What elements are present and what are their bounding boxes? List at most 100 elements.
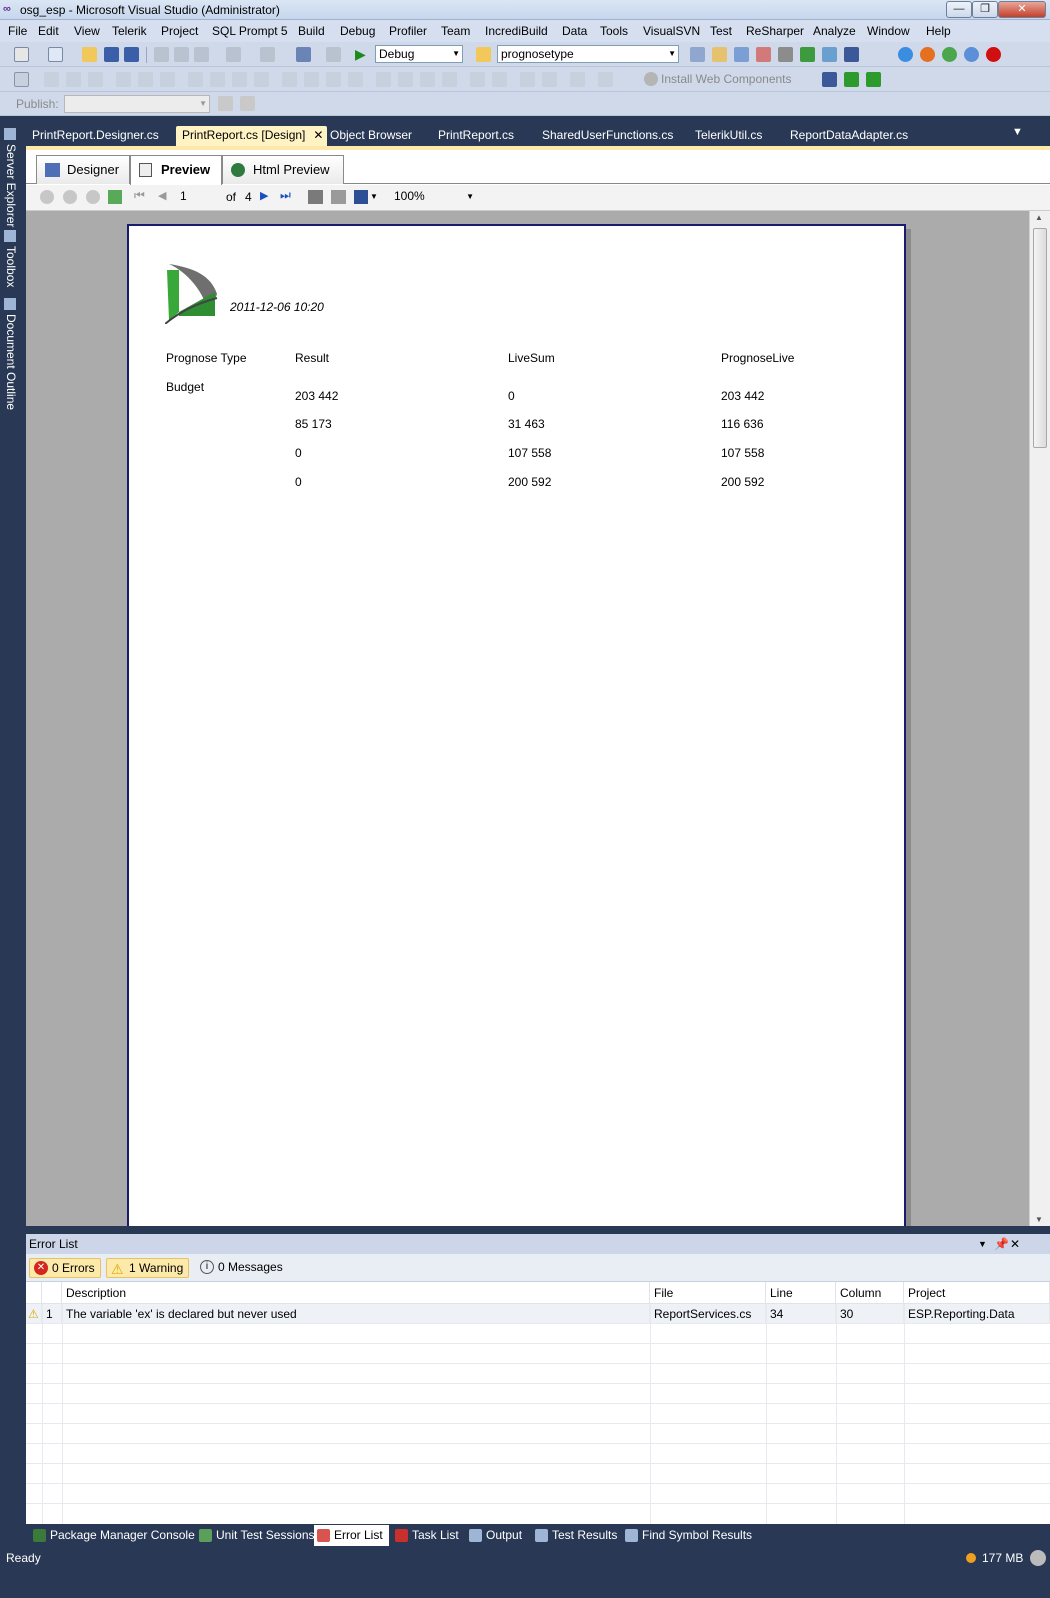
arrow-down-left-icon[interactable] — [844, 72, 859, 87]
menu-sql-prompt[interactable]: SQL Prompt 5 — [212, 24, 288, 38]
firefox-icon[interactable] — [920, 47, 935, 62]
send-to-back-icon[interactable] — [542, 72, 557, 87]
tab-object-browser[interactable]: Object Browser — [324, 126, 418, 146]
menu-help[interactable]: Help — [926, 24, 951, 38]
previous-page-icon[interactable]: ◀ — [158, 189, 166, 202]
tab-reportdataadapter-cs[interactable]: ReportDataAdapter.cs — [784, 126, 914, 146]
column-header-description[interactable]: Description — [62, 1282, 650, 1304]
menu-view[interactable]: View — [74, 24, 100, 38]
menu-debug[interactable]: Debug — [340, 24, 375, 38]
navigate-backward-icon[interactable] — [296, 47, 311, 62]
last-page-icon[interactable]: ⏭ — [280, 188, 291, 203]
close-tab-icon[interactable]: ✕ — [313, 126, 323, 144]
warnings-filter-button[interactable]: ⚠ 1 Warning — [106, 1258, 190, 1278]
scroll-up-icon[interactable]: ▲ — [1035, 213, 1043, 222]
remove-vertical-spacing-icon[interactable] — [442, 72, 457, 87]
column-header-file[interactable]: File — [650, 1282, 766, 1304]
stop-icon[interactable] — [86, 190, 100, 204]
cut-icon[interactable] — [154, 47, 169, 62]
menu-test[interactable]: Test — [710, 24, 732, 38]
column-header-column[interactable]: Column — [836, 1282, 904, 1304]
align-bottoms-icon[interactable] — [160, 72, 175, 87]
menu-window[interactable]: Window — [867, 24, 910, 38]
forward-icon[interactable] — [63, 190, 77, 204]
minimize-button[interactable]: — — [946, 1, 972, 18]
internet-explorer-icon[interactable] — [898, 47, 913, 62]
menu-team[interactable]: Team — [441, 24, 470, 38]
tab-unit-test-sessions[interactable]: Unit Test Sessions — [196, 1525, 315, 1546]
decrease-spacing-icon[interactable] — [326, 72, 341, 87]
maximize-button[interactable]: ❐ — [972, 1, 998, 18]
export-icon[interactable] — [354, 190, 368, 204]
panel-splitter[interactable] — [26, 1226, 1050, 1234]
make-same-width-icon[interactable] — [188, 72, 203, 87]
redo-icon[interactable] — [260, 47, 275, 62]
tab-task-list[interactable]: Task List — [392, 1525, 459, 1546]
zoom-select[interactable]: 100% ▼ — [388, 189, 476, 207]
safari-icon[interactable] — [964, 47, 979, 62]
align-centers-icon[interactable] — [66, 72, 81, 87]
increase-vertical-spacing-icon[interactable] — [398, 72, 413, 87]
menu-data[interactable]: Data — [562, 24, 587, 38]
increase-spacing-icon[interactable] — [304, 72, 319, 87]
first-page-icon[interactable]: ⏮ — [134, 188, 145, 203]
align-lefts-icon[interactable] — [44, 72, 59, 87]
toolbox-tab[interactable]: Toolbox — [2, 246, 18, 287]
align-tops-icon[interactable] — [116, 72, 131, 87]
scrollbar-thumb[interactable] — [1033, 228, 1047, 448]
close-panel-icon[interactable]: ✕ — [1010, 1234, 1020, 1254]
column-header-number[interactable] — [42, 1282, 62, 1304]
menu-telerik[interactable]: Telerik — [112, 24, 147, 38]
menu-profiler[interactable]: Profiler — [389, 24, 427, 38]
publish-web-icon[interactable] — [240, 96, 255, 111]
bring-to-front-icon[interactable] — [520, 72, 535, 87]
find-in-files-icon[interactable] — [476, 47, 491, 62]
size-to-grid-icon[interactable] — [232, 72, 247, 87]
solution-configuration-select[interactable]: Debug ▼ — [375, 45, 463, 63]
tab-order-icon[interactable] — [570, 72, 585, 87]
save-all-icon[interactable] — [124, 47, 139, 62]
start-debugging-icon[interactable]: ▶ — [355, 46, 366, 63]
page-number-input[interactable]: 1 — [176, 189, 216, 207]
menu-build[interactable]: Build — [298, 24, 325, 38]
menu-file[interactable]: File — [8, 24, 27, 38]
column-header-project[interactable]: Project — [904, 1282, 1050, 1304]
tab-designer[interactable]: Designer — [36, 155, 130, 184]
publish-settings-icon[interactable] — [218, 96, 233, 111]
tab-error-list[interactable]: Error List — [314, 1525, 389, 1546]
tab-shareduserfunctions-cs[interactable]: SharedUserFunctions.cs — [536, 126, 679, 146]
remove-spacing-icon[interactable] — [348, 72, 363, 87]
copy-icon[interactable] — [174, 47, 189, 62]
tab-test-results[interactable]: Test Results — [532, 1525, 617, 1546]
extension-icon[interactable] — [800, 47, 815, 62]
tab-printreport-design[interactable]: PrintReport.cs [Design] ✕ — [176, 126, 328, 146]
tab-overflow-dropdown-icon[interactable]: ▼ — [1012, 126, 1023, 138]
document-outline-tab[interactable]: Document Outline — [2, 314, 18, 410]
menu-visualsvn[interactable]: VisualSVN — [643, 24, 700, 38]
install-web-components-button[interactable]: Install Web Components — [661, 72, 792, 86]
scroll-down-icon[interactable]: ▼ — [1035, 1215, 1043, 1224]
object-browser-icon[interactable] — [734, 47, 749, 62]
back-icon[interactable] — [40, 190, 54, 204]
center-horizontally-icon[interactable] — [470, 72, 485, 87]
align-rights-icon[interactable] — [88, 72, 103, 87]
close-window-button[interactable]: ✕ — [998, 1, 1046, 18]
menu-incredibuild[interactable]: IncrediBuild — [485, 24, 548, 38]
tab-package-manager-console[interactable]: Package Manager Console — [30, 1525, 195, 1546]
export-dropdown-icon[interactable]: ▼ — [370, 192, 378, 201]
errors-filter-button[interactable]: ✕ 0 Errors — [29, 1258, 101, 1278]
solution-explorer-icon[interactable] — [690, 47, 705, 62]
undo-icon[interactable] — [226, 47, 241, 62]
command-window-icon[interactable] — [844, 47, 859, 62]
make-same-size-icon[interactable] — [254, 72, 269, 87]
opera-icon[interactable] — [986, 47, 1001, 62]
tab-telerikutil-cs[interactable]: TelerikUtil.cs — [689, 126, 768, 146]
panel-dropdown-icon[interactable]: ▼ — [978, 1234, 987, 1254]
messages-filter-button[interactable]: i 0 Messages — [196, 1258, 288, 1278]
navigate-forward-icon[interactable] — [326, 47, 341, 62]
decrease-vertical-spacing-icon[interactable] — [420, 72, 435, 87]
next-page-icon[interactable]: ▶ — [260, 189, 268, 202]
collect-memory-icon[interactable] — [1030, 1550, 1046, 1566]
align-to-grid-icon[interactable] — [14, 72, 29, 87]
tab-find-symbol-results[interactable]: Find Symbol Results — [622, 1525, 752, 1546]
